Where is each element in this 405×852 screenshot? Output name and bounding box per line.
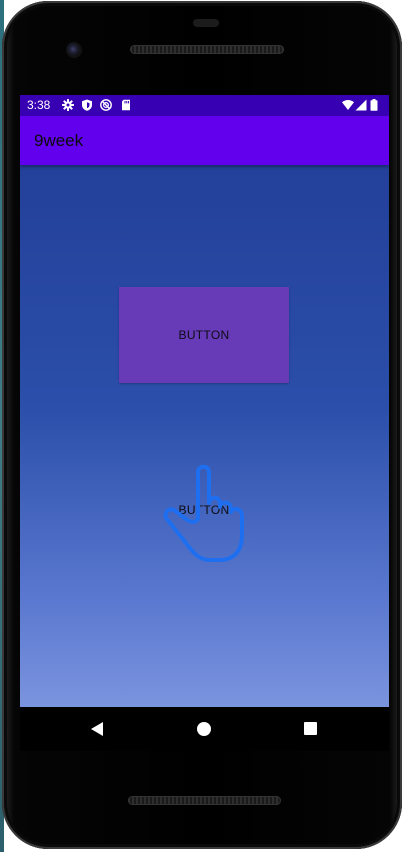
front-camera <box>66 42 82 58</box>
settings-icon <box>62 99 74 111</box>
app-title: 9week <box>34 131 84 150</box>
shield-icon <box>82 99 92 111</box>
main-content: BUTTON BUTTON <box>20 165 389 707</box>
signal-icon <box>355 99 367 111</box>
page: 3:38 9week BUTTON BUTTON <box>0 0 405 852</box>
bottom-speaker <box>128 796 281 805</box>
phone-top-slot <box>193 19 219 27</box>
status-time: 3:38 <box>27 98 51 112</box>
earpiece-speaker <box>130 45 284 54</box>
battery-icon <box>370 99 378 111</box>
sd-card-icon <box>122 99 130 111</box>
device-screen: 3:38 9week BUTTON BUTTON <box>20 95 389 707</box>
home-icon[interactable] <box>197 722 211 736</box>
recents-icon[interactable] <box>304 722 317 735</box>
wifi-icon <box>342 99 354 110</box>
back-icon[interactable] <box>90 721 104 737</box>
app-bar: 9week <box>20 116 389 165</box>
button-secondary[interactable]: BUTTON <box>119 462 289 558</box>
sync-blocked-icon <box>100 99 112 111</box>
navigation-bar <box>20 707 389 751</box>
status-bar: 3:38 <box>20 95 389 116</box>
button-primary[interactable]: BUTTON <box>119 287 289 383</box>
